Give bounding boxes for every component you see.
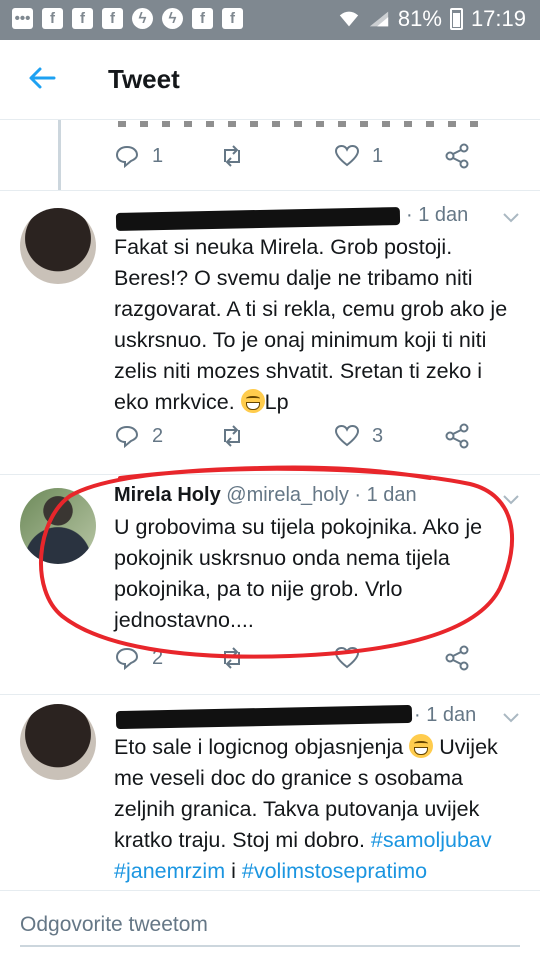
facebook-icon: f xyxy=(222,8,243,29)
thread-line xyxy=(58,120,61,190)
chevron-down-icon[interactable] xyxy=(502,494,520,506)
tweet-time: · 1 dan xyxy=(414,704,477,726)
page-title: Tweet xyxy=(108,64,180,94)
retweet-icon xyxy=(224,145,240,167)
avatar[interactable] xyxy=(20,704,96,780)
status-bar: ••• f f f ϟ ϟ f f 81% 17:19 xyxy=(0,0,540,40)
redacted-name xyxy=(115,207,401,231)
share-button[interactable] xyxy=(444,640,470,676)
grinning-emoji-icon xyxy=(240,389,265,413)
cut-off-text xyxy=(118,121,478,127)
tweet-time: · 1 dan xyxy=(354,484,417,506)
author-name[interactable]: Mirela Holy xyxy=(114,484,221,506)
tweet-time: · 1 dan xyxy=(406,204,469,226)
tweet-actions: 2 3 xyxy=(114,418,514,454)
tweet-actions: 1 1 xyxy=(114,138,514,174)
reply-count: 2 xyxy=(152,646,164,669)
avatar[interactable] xyxy=(20,208,96,284)
author-handle[interactable]: @mirela_holy xyxy=(226,484,349,506)
reply-icon xyxy=(115,425,139,449)
facebook-icon: f xyxy=(72,8,93,29)
redacted-name xyxy=(115,704,413,730)
heart-icon xyxy=(334,424,360,447)
wifi-icon xyxy=(339,11,359,27)
hashtag-link[interactable]: #janemrzim xyxy=(114,859,225,883)
tweet[interactable]: Mirela Holy @mirela_holy · 1 dan U grobo… xyxy=(0,474,540,694)
like-count: 1 xyxy=(372,144,384,167)
hashtag-link[interactable]: #samoljubav xyxy=(371,828,492,852)
like-count: 3 xyxy=(372,424,384,447)
like-button[interactable] xyxy=(334,640,360,676)
share-icon xyxy=(445,645,469,671)
share-icon xyxy=(445,423,469,449)
facebook-icon: f xyxy=(102,8,123,29)
retweet-icon xyxy=(224,647,240,669)
chat-bubble-icon: ••• xyxy=(12,8,33,29)
reply-bar: Odgovorite tweetom xyxy=(0,890,540,960)
tweet-text: U grobovima su tijela pokojnika. Ako je … xyxy=(114,515,483,632)
avatar[interactable] xyxy=(20,488,96,564)
reply-button[interactable]: 1 xyxy=(114,138,163,174)
facebook-icon: f xyxy=(42,8,63,29)
heart-icon xyxy=(334,646,360,669)
messenger-icon: ϟ xyxy=(132,8,153,29)
reply-count: 1 xyxy=(152,144,164,167)
tweet-header: Mirela Holy @mirela_holy · 1 dan xyxy=(114,484,417,507)
heart-icon xyxy=(334,144,360,167)
battery-icon xyxy=(449,8,463,30)
reply-button[interactable]: 2 xyxy=(114,640,163,676)
app-header: Tweet xyxy=(0,40,540,120)
hashtag-link[interactable]: #volimstosepratimo xyxy=(242,859,427,883)
like-button[interactable]: 3 xyxy=(334,418,383,454)
tweet-actions: 2 xyxy=(114,640,514,676)
chevron-down-icon[interactable] xyxy=(502,212,520,224)
signal-icon xyxy=(369,11,389,27)
reply-icon xyxy=(115,145,139,169)
reply-count: 2 xyxy=(152,424,164,447)
tweet-text: Eto sale i logicnog objasnjenja Uvijek m… xyxy=(114,734,498,883)
clock: 17:19 xyxy=(470,6,526,31)
tweet[interactable]: · 1 dan Fakat si neuka Mirela. Grob post… xyxy=(0,190,540,470)
share-icon xyxy=(445,143,469,169)
battery-percent: 81% xyxy=(397,6,442,31)
back-arrow-icon[interactable] xyxy=(26,62,58,94)
reply-input[interactable]: Odgovorite tweetom xyxy=(20,903,520,947)
facebook-icon: f xyxy=(192,8,213,29)
messenger-icon: ϟ xyxy=(162,8,183,29)
reply-button[interactable]: 2 xyxy=(114,418,163,454)
retweet-button[interactable] xyxy=(219,418,245,454)
reply-icon xyxy=(115,647,139,671)
share-button[interactable] xyxy=(444,418,470,454)
retweet-button[interactable] xyxy=(219,138,245,174)
retweet-icon xyxy=(224,425,240,447)
retweet-button[interactable] xyxy=(219,640,245,676)
share-button[interactable] xyxy=(444,138,470,174)
tweet[interactable]: · 1 dan Eto sale i logicnog objasnjenja … xyxy=(0,694,540,890)
chevron-down-icon[interactable] xyxy=(502,712,520,724)
tweet-text: Fakat si neuka Mirela. Grob postoji. Ber… xyxy=(114,235,508,414)
like-button[interactable]: 1 xyxy=(334,138,383,174)
grinning-emoji-icon xyxy=(409,734,434,758)
